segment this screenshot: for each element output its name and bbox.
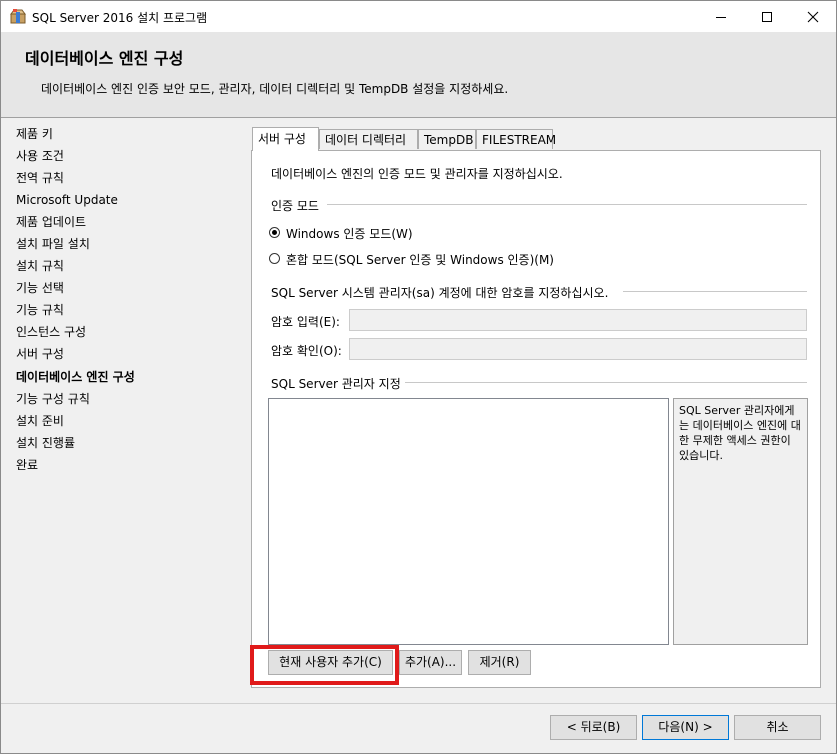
next-button[interactable]: 다음(N) > bbox=[642, 715, 729, 740]
mixed-mode-radio[interactable] bbox=[269, 253, 280, 264]
nav-item-ready-to-install[interactable]: 설치 준비 bbox=[16, 412, 64, 430]
nav-item-install-setup-files[interactable]: 설치 파일 설치 bbox=[16, 235, 90, 253]
nav-item-feature-rules[interactable]: 기능 규칙 bbox=[16, 301, 64, 319]
page-description: 데이터베이스 엔진 인증 보안 모드, 관리자, 데이터 디렉터리 및 Temp… bbox=[41, 82, 509, 96]
remove-button[interactable]: 제거(R) bbox=[468, 650, 531, 675]
nav-item-instance-configuration[interactable]: 인스턴스 구성 bbox=[16, 323, 86, 341]
title-bar: SQL Server 2016 설치 프로그램 bbox=[1, 1, 836, 32]
maximize-button[interactable] bbox=[744, 1, 790, 32]
admins-heading: SQL Server 관리자 지정 bbox=[271, 377, 401, 391]
tab-filestream[interactable]: FILESTREAM bbox=[476, 129, 556, 149]
cancel-button[interactable]: 취소 bbox=[734, 715, 821, 740]
nav-item-product-updates[interactable]: 제품 업데이트 bbox=[16, 213, 86, 231]
nav-item-license-terms[interactable]: 사용 조건 bbox=[16, 147, 64, 165]
sa-password-prompt: SQL Server 시스템 관리자(sa) 계정에 대한 암호를 지정하십시오… bbox=[271, 286, 609, 300]
confirm-password-label: 암호 확인(O): bbox=[271, 344, 342, 358]
maximize-icon bbox=[762, 12, 772, 22]
windows-auth-radio[interactable] bbox=[269, 227, 280, 238]
minimize-icon bbox=[716, 17, 726, 18]
add-button[interactable]: 추가(A)... bbox=[399, 650, 462, 675]
page-title: 데이터베이스 엔진 구성 bbox=[25, 49, 184, 68]
auth-mode-heading: 인증 모드 bbox=[271, 199, 319, 213]
windows-auth-label[interactable]: Windows 인증 모드(W) bbox=[286, 225, 413, 242]
tab-tempdb[interactable]: TempDB bbox=[418, 129, 476, 149]
admins-divider bbox=[405, 382, 807, 383]
back-button[interactable]: < 뒤로(B) bbox=[550, 715, 637, 740]
tab-server-configuration[interactable]: 서버 구성 bbox=[252, 127, 319, 151]
tab-data-directories[interactable]: 데이터 디렉터리 bbox=[319, 129, 418, 149]
password-label: 암호 입력(E): bbox=[271, 315, 340, 329]
nav-item-server-configuration[interactable]: 서버 구성 bbox=[16, 345, 64, 363]
nav-item-microsoft-update[interactable]: Microsoft Update bbox=[16, 191, 118, 209]
close-icon bbox=[807, 11, 819, 23]
admins-info-text: SQL Server 관리자에게는 데이터베이스 엔진에 대한 무제한 액세스 … bbox=[679, 404, 801, 462]
nav-item-complete[interactable]: 완료 bbox=[16, 456, 38, 474]
admins-list[interactable] bbox=[268, 398, 669, 645]
nav-item-database-engine-configuration[interactable]: 데이터베이스 엔진 구성 bbox=[16, 368, 135, 386]
auth-mode-divider bbox=[327, 204, 807, 205]
password-field[interactable] bbox=[349, 309, 807, 331]
minimize-button[interactable] bbox=[698, 1, 744, 32]
sa-password-divider bbox=[623, 291, 807, 292]
window-title: SQL Server 2016 설치 프로그램 bbox=[32, 11, 208, 25]
page-header: 데이터베이스 엔진 구성 데이터베이스 엔진 인증 보안 모드, 관리자, 데이… bbox=[1, 32, 836, 118]
server-config-intro: 데이터베이스 엔진의 인증 모드 및 관리자를 지정하십시오. bbox=[271, 167, 563, 181]
nav-item-installation-progress[interactable]: 설치 진행률 bbox=[16, 434, 75, 452]
add-current-user-button[interactable]: 현재 사용자 추가(C) bbox=[268, 650, 393, 675]
admins-info-box: SQL Server 관리자에게는 데이터베이스 엔진에 대한 무제한 액세스 … bbox=[673, 398, 808, 645]
nav-item-feature-configuration-rules[interactable]: 기능 구성 규칙 bbox=[16, 390, 90, 408]
nav-item-install-rules[interactable]: 설치 규칙 bbox=[16, 257, 64, 275]
setup-box-icon bbox=[10, 9, 26, 24]
step-nav: 제품 키 사용 조건 전역 규칙 Microsoft Update 제품 업데이… bbox=[1, 118, 233, 703]
footer-divider bbox=[1, 703, 836, 704]
confirm-password-field[interactable] bbox=[349, 338, 807, 360]
nav-item-global-rules[interactable]: 전역 규칙 bbox=[16, 169, 64, 187]
nav-item-product-key[interactable]: 제품 키 bbox=[16, 125, 53, 143]
close-button[interactable] bbox=[790, 1, 836, 32]
nav-item-feature-selection[interactable]: 기능 선택 bbox=[16, 279, 64, 297]
setup-window: SQL Server 2016 설치 프로그램 데이터베이스 엔진 구성 데이터… bbox=[0, 0, 837, 754]
mixed-mode-label[interactable]: 혼합 모드(SQL Server 인증 및 Windows 인증)(M) bbox=[286, 251, 554, 268]
